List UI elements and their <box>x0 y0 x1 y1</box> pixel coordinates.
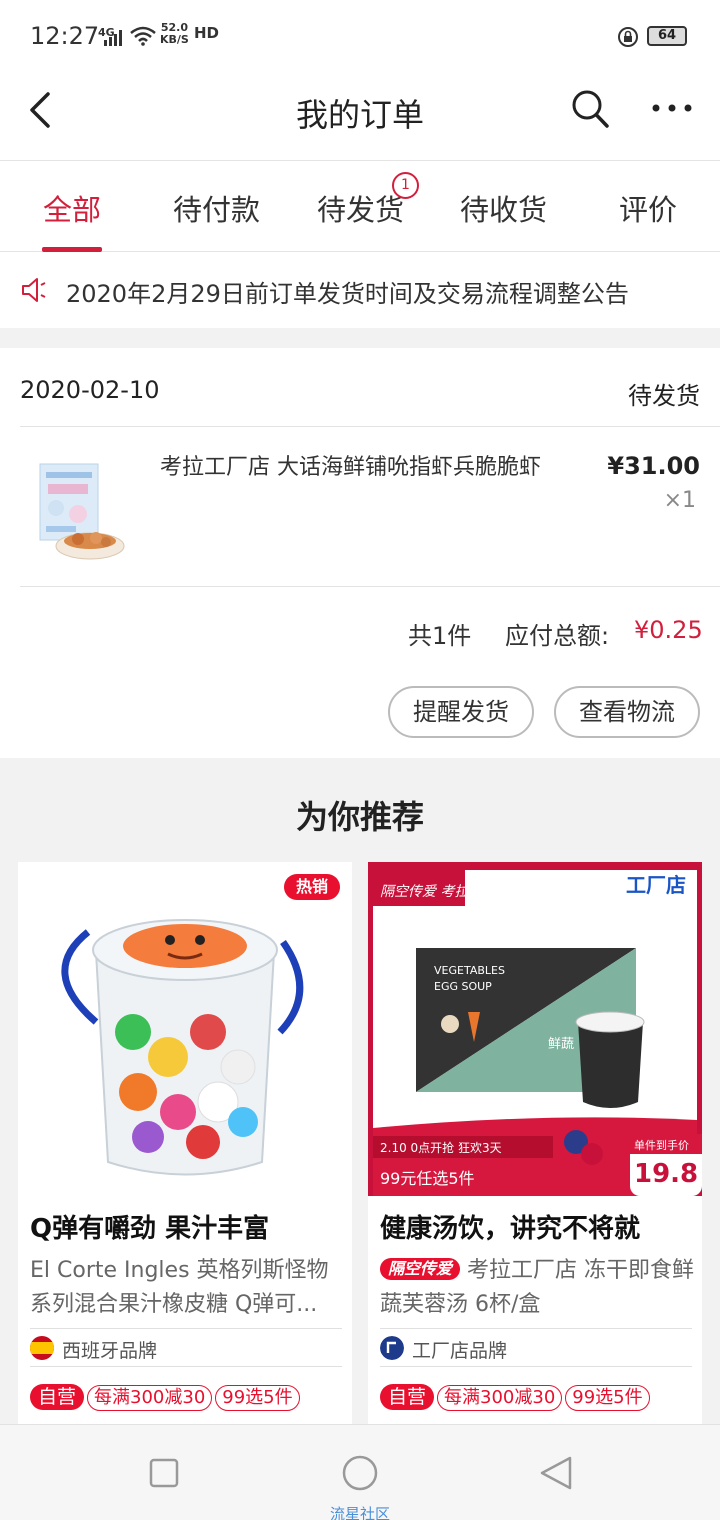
pending-shipment-badge: 1 <box>392 172 419 199</box>
brand-name: 工厂店品牌 <box>412 1340 508 1362</box>
divider <box>30 1366 342 1367</box>
search-icon[interactable] <box>570 88 610 130</box>
tab-review[interactable]: 评价 <box>619 187 677 229</box>
tab-all[interactable]: 全部 <box>43 187 101 229</box>
self-operated-tag: 自营 <box>380 1384 435 1410</box>
order-date: 2020-02-10 <box>20 376 160 404</box>
announcement-bar[interactable]: 2020年2月29日前订单发货时间及交易流程调整公告 <box>0 252 720 328</box>
hot-sale-tag: 热销 <box>284 874 340 900</box>
divider <box>380 1328 692 1329</box>
wifi-icon <box>130 26 156 46</box>
divider <box>30 1328 342 1329</box>
box-text: EGG SOUP <box>434 980 492 993</box>
tab-pending-receipt[interactable]: 待收货 <box>460 187 547 229</box>
divider <box>380 1366 692 1367</box>
recommend-card[interactable]: 隔空传爱 考拉免息 工厂店 VEGETABLES EGG SOUP 鲜蔬 2.1… <box>368 862 702 1424</box>
promo-offer: 99元任选5件 <box>380 1169 475 1188</box>
announcement-text: 2020年2月29日前订单发货时间及交易流程调整公告 <box>66 280 629 308</box>
recommend-title: 为你推荐 <box>295 798 424 836</box>
order-card: 2020-02-10 待发货 考拉工厂店 大话海鲜铺吮指虾兵脆脆虾 ¥31.00… <box>0 348 720 758</box>
more-icon[interactable] <box>650 90 694 126</box>
promo-tag: 99选5件 <box>215 1385 300 1411</box>
divider <box>20 586 720 587</box>
system-nav-bar: 流星社区 <box>0 1424 720 1520</box>
product-name[interactable]: 考拉工厂店 大话海鲜铺吮指虾兵脆脆虾 <box>160 452 580 484</box>
product-description: El Corte Ingles 英格列斯怪物系列混合果汁橡皮糖 Q弹可... <box>30 1258 329 1317</box>
network-speed: 52.0 KB/S <box>160 22 189 46</box>
product-description: 隔空传爱 考拉工厂店 冻干即食鲜蔬芙蓉汤 6杯/盒 <box>380 1254 694 1322</box>
remind-shipment-button[interactable]: 提醒发货 <box>388 686 534 738</box>
order-status: 待发货 <box>628 382 700 410</box>
promo-tag: 99选5件 <box>565 1385 650 1411</box>
self-operated-tag: 自营 <box>30 1384 85 1410</box>
spain-flag-icon <box>30 1336 54 1360</box>
divider <box>20 426 720 427</box>
cup-label: 鲜蔬 <box>548 1037 574 1052</box>
promo-tags: 自营 每满300减30 99选5件 <box>380 1384 653 1412</box>
battery-indicator: 64 <box>647 26 687 46</box>
total-amount: ¥0.25 <box>634 616 703 644</box>
product-quantity: ×1 <box>663 488 696 513</box>
product-image[interactable] <box>26 456 136 566</box>
speaker-icon <box>22 278 46 302</box>
promo-inline-tag: 隔空传爱 <box>380 1258 461 1280</box>
recent-apps-icon[interactable] <box>149 1458 179 1488</box>
rotation-lock-icon <box>618 27 638 47</box>
hd-indicator: HD <box>194 24 220 42</box>
box-text: VEGETABLES <box>434 964 505 977</box>
back-triangle-icon[interactable] <box>538 1454 574 1492</box>
speed-unit: KB/S <box>160 33 189 46</box>
promo-tag: 每满300减30 <box>437 1385 563 1411</box>
signal-icon <box>104 30 122 46</box>
home-icon[interactable] <box>341 1454 379 1492</box>
page-title: 我的订单 <box>295 96 424 134</box>
total-label: 应付总额: <box>505 622 610 650</box>
watermark: 流星社区 <box>329 1505 390 1520</box>
promo-tags: 自营 每满300减30 99选5件 <box>30 1384 303 1412</box>
product-price: ¥31.00 <box>607 452 700 480</box>
promo-tag: 每满300减30 <box>87 1385 213 1411</box>
product-headline: 健康汤饮，讲究不将就 <box>380 1214 641 1244</box>
order-tabs: 全部 待付款 待发货 待收货 评价 <box>0 160 720 252</box>
factory-store-icon <box>380 1336 404 1360</box>
promo-date: 2.10 0点开抢 狂欢3天 <box>380 1140 502 1155</box>
status-time: 12:27 <box>30 22 100 50</box>
banner-left-text: 隔空传爱 考拉免息 <box>380 884 496 900</box>
product-image[interactable] <box>18 862 352 1196</box>
price-label: 单件到手价 <box>634 1138 689 1152</box>
header: 我的订单 <box>0 76 720 160</box>
price-value: 19.8 <box>634 1159 698 1189</box>
tab-pending-shipment[interactable]: 待发货 <box>317 187 404 229</box>
product-image[interactable]: 隔空传爱 考拉免息 工厂店 VEGETABLES EGG SOUP 鲜蔬 2.1… <box>368 862 702 1196</box>
recommend-card[interactable]: 热销 Q弹有嚼劲 果汁丰富 El Corte Ingles 英格列斯怪物系列混合… <box>18 862 352 1424</box>
tab-pending-payment[interactable]: 待付款 <box>173 187 260 229</box>
item-count: 共1件 <box>408 622 472 650</box>
brand-name: 西班牙品牌 <box>62 1340 158 1362</box>
product-headline: Q弹有嚼劲 果汁丰富 <box>30 1214 270 1244</box>
factory-store-label: 工厂店 <box>626 873 686 897</box>
status-bar: 12:27 4G 52.0 KB/S HD 64 <box>0 0 720 76</box>
view-logistics-button[interactable]: 查看物流 <box>554 686 700 738</box>
